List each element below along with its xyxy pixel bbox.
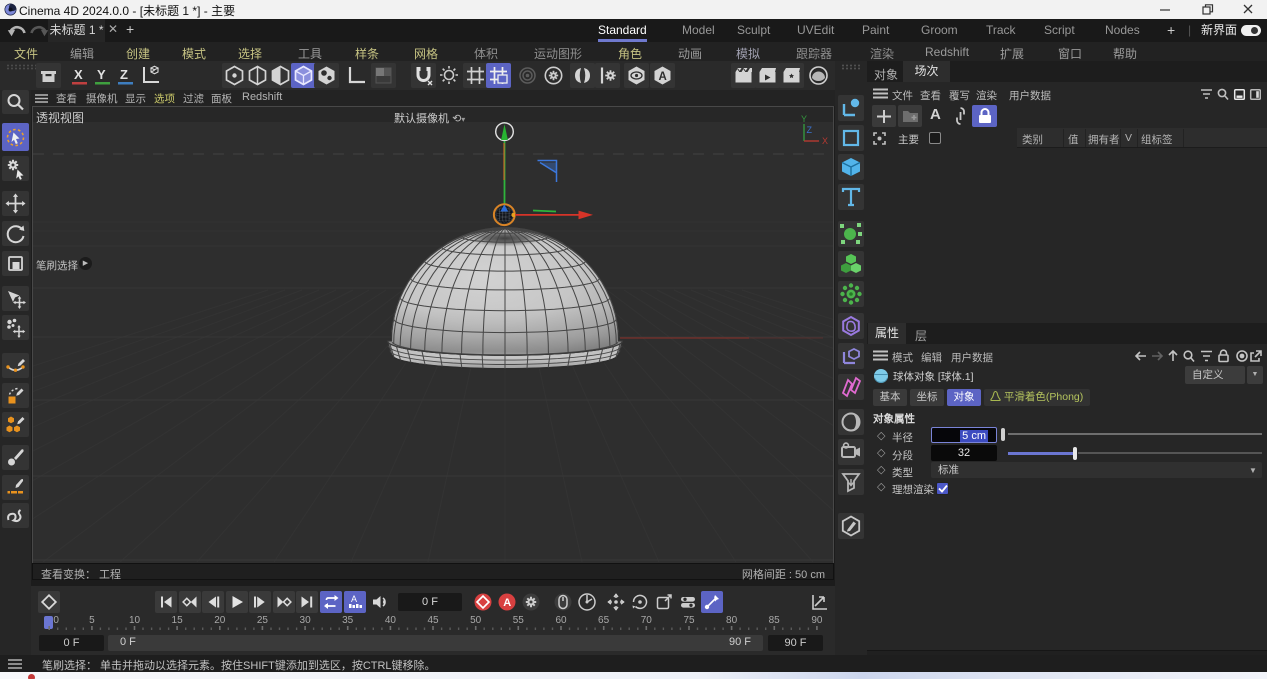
- svg-text:70: 70: [641, 615, 653, 626]
- svg-text:20: 20: [214, 615, 226, 626]
- svg-text:50: 50: [470, 615, 482, 626]
- svg-text:15: 15: [172, 615, 184, 626]
- svg-text:Z: Z: [807, 125, 813, 135]
- svg-text:35: 35: [342, 615, 354, 626]
- svg-text:Y: Y: [97, 67, 106, 82]
- svg-text:45: 45: [427, 615, 439, 626]
- svg-text:5: 5: [89, 615, 95, 626]
- svg-text:0: 0: [53, 615, 59, 626]
- svg-text:85: 85: [769, 615, 781, 626]
- svg-text:X: X: [74, 67, 83, 82]
- svg-text:80: 80: [726, 615, 738, 626]
- svg-text:90: 90: [811, 615, 823, 626]
- svg-text:40: 40: [385, 615, 397, 626]
- svg-text:X: X: [822, 136, 828, 145]
- svg-text:25: 25: [257, 615, 269, 626]
- svg-text:55: 55: [513, 615, 525, 626]
- svg-text:A: A: [659, 71, 667, 83]
- svg-text:Z: Z: [120, 67, 128, 82]
- svg-text:10: 10: [129, 615, 141, 626]
- svg-text:65: 65: [598, 615, 610, 626]
- svg-text:30: 30: [300, 615, 312, 626]
- svg-text:75: 75: [683, 615, 695, 626]
- svg-text:A: A: [503, 597, 511, 609]
- svg-text:60: 60: [555, 615, 567, 626]
- svg-text:A: A: [351, 594, 357, 604]
- svg-text:Y: Y: [801, 114, 807, 124]
